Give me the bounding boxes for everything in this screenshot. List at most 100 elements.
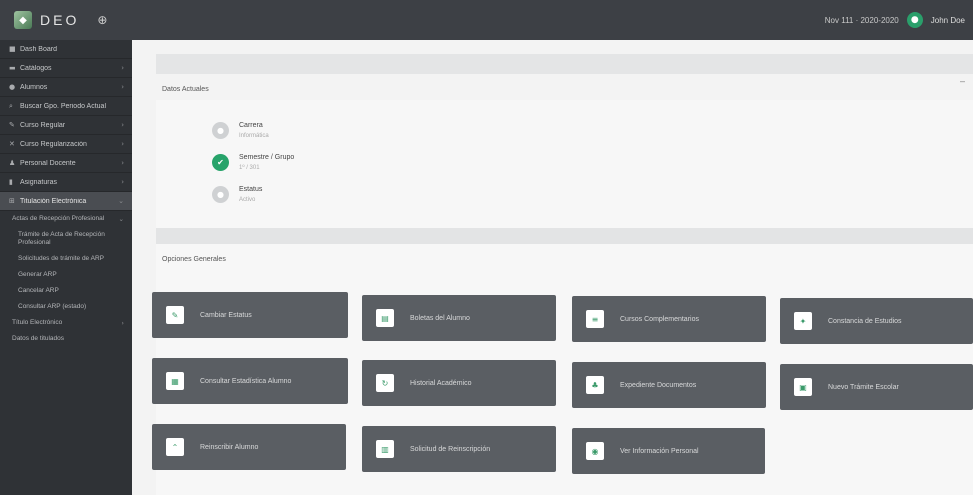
option-label: Cursos Complementarios bbox=[620, 315, 699, 323]
catalog-icon: ▬ bbox=[9, 64, 16, 72]
sidebar-item-curso-regularizacion[interactable]: ✕ Curso Regularización › bbox=[0, 135, 132, 154]
chevron-right-icon: › bbox=[121, 121, 124, 129]
students-icon: ● bbox=[9, 83, 16, 91]
chevron-down-icon: ⌄ bbox=[118, 197, 124, 205]
sidebar-item-personal-docente[interactable]: ♟ Personal Docente › bbox=[0, 154, 132, 173]
sidebar-subitem-label: Generar ARP bbox=[18, 271, 57, 278]
option-label: Cambiar Estatus bbox=[200, 311, 252, 319]
sidebar-item-label: Curso Regularización bbox=[20, 140, 87, 148]
certificate-icon: ✦ bbox=[794, 312, 812, 330]
info-label: Semestre / Grupo bbox=[239, 154, 295, 161]
option-label: Solicitud de Reinscripción bbox=[410, 445, 491, 453]
chevron-right-icon: › bbox=[121, 64, 124, 72]
sidebar-subitem-actas[interactable]: Actas de Recepción Profesional ⌄ bbox=[0, 211, 132, 227]
option-constancia[interactable]: ✦ Constancia de Estudios bbox=[780, 298, 973, 344]
sidebar-item-label: Buscar Gpo. Periodo Actual bbox=[20, 102, 106, 110]
sidebar-item-alumnos[interactable]: ● Alumnos › bbox=[0, 78, 132, 97]
user-name[interactable]: John Doe bbox=[931, 16, 965, 25]
logo-icon: ◆ bbox=[14, 11, 32, 29]
sidebar-subitem-label: Consultar ARP (estado) bbox=[18, 303, 87, 310]
menu-toggle-icon[interactable]: ⊕ bbox=[97, 13, 107, 27]
sidebar-subitem-cancelar[interactable]: Cancelar ARP bbox=[0, 283, 132, 299]
reenroll-icon: ⌃ bbox=[166, 438, 184, 456]
option-info-personal[interactable]: ◉ Ver Información Personal bbox=[572, 428, 765, 474]
minimize-icon[interactable]: – bbox=[960, 76, 965, 86]
courses-icon: ≡ bbox=[586, 310, 604, 328]
sidebar-subitem-label: Trámite de Acta de Recepción Profesional bbox=[18, 231, 105, 246]
sidebar-item-label: Alumnos bbox=[20, 83, 48, 91]
chart-icon: ▦ bbox=[166, 372, 184, 390]
sidebar-subitem-generar[interactable]: Generar ARP bbox=[0, 267, 132, 283]
main-content: Datos Actuales – ● Carrera Informática ✔ … bbox=[132, 40, 973, 495]
teacher-icon: ♟ bbox=[9, 159, 16, 167]
option-reinscribir[interactable]: ⌃ Reinscribir Alumno bbox=[152, 424, 346, 470]
sidebar-item-asignaturas[interactable]: ▮ Asignaturas › bbox=[0, 173, 132, 192]
degree-icon: ⊞ bbox=[9, 197, 15, 205]
sidebar-item-label: Curso Regular bbox=[20, 121, 66, 129]
brand-name: DEO bbox=[40, 12, 80, 28]
option-cursos-complementarios[interactable]: ≡ Cursos Complementarios bbox=[572, 296, 766, 342]
page-banner bbox=[156, 54, 973, 74]
info-label: Carrera bbox=[239, 122, 263, 129]
sidebar: ■ Dash Board ▬ Catálogos › ● Alumnos › ⌕ Busca… bbox=[0, 40, 132, 495]
top-navbar: ◆ DEO ⊕ Nov 111 · 2020-2020 ● John Doe bbox=[0, 0, 973, 40]
chevron-right-icon: › bbox=[121, 159, 124, 167]
option-label: Ver Información Personal bbox=[620, 447, 699, 455]
status-gray-icon: ● bbox=[212, 186, 229, 203]
option-historial[interactable]: ↻ Historial Académico bbox=[362, 360, 556, 406]
chevron-right-icon: › bbox=[121, 178, 124, 186]
chevron-right-icon: › bbox=[121, 319, 124, 327]
option-estadistica[interactable]: ▦ Consultar Estadística Alumno bbox=[152, 358, 348, 404]
option-boletas[interactable]: ▤ Boletas del Alumno bbox=[362, 295, 556, 341]
current-period: Nov 111 · 2020-2020 bbox=[824, 15, 899, 25]
document-icon: ▤ bbox=[376, 309, 394, 327]
info-row-estatus: ● Estatus Activo bbox=[212, 186, 262, 203]
option-label: Nuevo Trámite Escolar bbox=[828, 383, 899, 391]
status-gray-icon: ● bbox=[212, 122, 229, 139]
sidebar-subitem-label: Datos de titulados bbox=[12, 335, 65, 342]
sidebar-item-titulacion[interactable]: ⊞ Titulación Electrónica ⌄ bbox=[0, 192, 132, 211]
sidebar-item-label: Dash Board bbox=[20, 45, 57, 53]
edit-icon: ✎ bbox=[166, 306, 184, 324]
course-reg-icon: ✕ bbox=[9, 140, 15, 148]
search-icon: ⌕ bbox=[9, 101, 13, 110]
sidebar-subitem-label: Actas de Recepción Profesional bbox=[12, 215, 105, 222]
sidebar-item-catalogos[interactable]: ▬ Catálogos › bbox=[0, 59, 132, 78]
sidebar-subitem-datos[interactable]: Datos de titulados bbox=[0, 331, 132, 347]
option-label: Consultar Estadística Alumno bbox=[200, 377, 292, 385]
info-value: Informática bbox=[239, 133, 269, 139]
sidebar-item-buscar-grupo[interactable]: ⌕ Buscar Gpo. Periodo Actual bbox=[0, 97, 132, 116]
status-green-icon: ✔ bbox=[212, 154, 229, 171]
option-solicitud-reinscripcion[interactable]: ▥ Solicitud de Reinscripción bbox=[362, 426, 556, 472]
sidebar-subitem-tramite[interactable]: Trámite de Acta de Recepción Profesional bbox=[0, 227, 132, 251]
sidebar-item-curso-regular[interactable]: ✎ Curso Regular › bbox=[0, 116, 132, 135]
info-value: Activo bbox=[239, 197, 256, 203]
chevron-right-icon: › bbox=[121, 83, 124, 91]
info-row-carrera: ● Carrera Informática bbox=[212, 122, 269, 139]
option-nuevo-tramite[interactable]: ▣ Nuevo Trámite Escolar bbox=[780, 364, 973, 410]
current-data-title: Datos Actuales bbox=[162, 86, 209, 93]
option-label: Expediente Documentos bbox=[620, 381, 697, 389]
user-avatar-icon[interactable]: ● bbox=[906, 12, 923, 28]
option-label: Boletas del Alumno bbox=[410, 314, 470, 322]
sidebar-subitem-label: Cancelar ARP bbox=[18, 287, 59, 294]
options-title: Opciones Generales bbox=[162, 256, 226, 263]
brand[interactable]: ◆ DEO ⊕ bbox=[0, 0, 132, 40]
option-expediente[interactable]: ♣ Expediente Documentos bbox=[572, 362, 766, 408]
new-procedure-icon: ▣ bbox=[794, 378, 812, 396]
option-label: Reinscribir Alumno bbox=[200, 443, 259, 451]
option-label: Constancia de Estudios bbox=[828, 317, 902, 325]
sidebar-item-dashboard[interactable]: ■ Dash Board bbox=[0, 40, 132, 59]
option-label: Historial Académico bbox=[410, 379, 472, 387]
sidebar-subitem-consultar[interactable]: Consultar ARP (estado) bbox=[0, 299, 132, 315]
info-label: Estatus bbox=[239, 186, 263, 193]
sidebar-subitem-titulo[interactable]: Título Electrónico › bbox=[0, 315, 132, 331]
course-icon: ✎ bbox=[9, 121, 15, 129]
sidebar-subitem-label: Título Electrónico bbox=[12, 319, 63, 326]
sidebar-item-label: Asignaturas bbox=[20, 178, 57, 186]
sidebar-subitem-solicitudes[interactable]: Solicitudes de trámite de ARP bbox=[0, 251, 132, 267]
sidebar-item-label: Catálogos bbox=[20, 64, 52, 72]
history-icon: ↻ bbox=[376, 374, 394, 392]
dashboard-icon: ■ bbox=[9, 45, 16, 53]
option-cambiar-estatus[interactable]: ✎ Cambiar Estatus bbox=[152, 292, 348, 338]
